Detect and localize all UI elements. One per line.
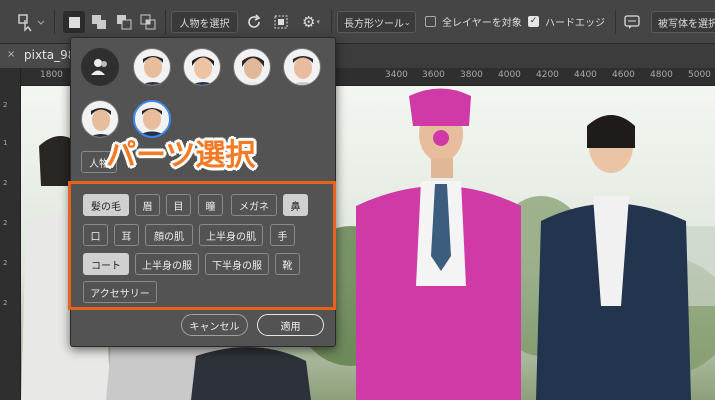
selection-tool-preset-icon[interactable] bbox=[14, 11, 48, 33]
ruler-tick: 2 bbox=[3, 101, 8, 109]
refresh-icon[interactable] bbox=[243, 11, 265, 33]
person-avatar[interactable] bbox=[283, 48, 321, 86]
chevron-down-icon: ⌄ bbox=[404, 17, 411, 27]
hard-edge-label: ハードエッジ bbox=[545, 18, 605, 29]
ruler-tick: 4600 bbox=[612, 70, 635, 80]
gear-icon[interactable]: ⚙ ▾ bbox=[298, 11, 324, 33]
ruler-tick: 4800 bbox=[650, 70, 673, 80]
checkmark-icon: ✓ bbox=[529, 16, 538, 26]
ruler-tick: 3800 bbox=[460, 70, 483, 80]
ruler-tick: 1800 bbox=[40, 70, 63, 80]
ruler-tick: 2 bbox=[3, 179, 8, 187]
select-person-dropdown[interactable]: 人物を選択 bbox=[171, 11, 238, 33]
document-title: pixta_98 bbox=[24, 48, 76, 62]
intersect-selection-icon[interactable] bbox=[137, 11, 159, 33]
apply-label: 適用 bbox=[280, 321, 301, 333]
subtract-from-selection-icon[interactable] bbox=[113, 11, 135, 33]
person-avatar[interactable] bbox=[233, 48, 271, 86]
select-person-label: 人物を選択 bbox=[179, 18, 230, 30]
person-avatar[interactable] bbox=[133, 48, 171, 86]
new-selection-icon[interactable] bbox=[63, 11, 85, 33]
cancel-button[interactable]: キャンセル bbox=[181, 314, 248, 336]
vertical-ruler[interactable]: 2 1 2 2 2 2 bbox=[0, 68, 21, 400]
person-group-icon[interactable] bbox=[81, 48, 119, 86]
ruler-tick: 2 bbox=[3, 219, 8, 227]
parts-select-callout: パーツ選択 bbox=[106, 138, 256, 173]
all-layers-label: 全レイヤーを対象 bbox=[442, 18, 522, 29]
ruler-tick: 5000 bbox=[688, 70, 711, 80]
apply-button[interactable]: 適用 bbox=[257, 314, 324, 336]
person-avatar[interactable] bbox=[183, 48, 221, 86]
document-tab[interactable]: × pixta_98 bbox=[0, 44, 75, 68]
ruler-tick: 2 bbox=[3, 259, 8, 267]
add-to-selection-icon[interactable] bbox=[88, 11, 110, 33]
parts-highlight-box bbox=[68, 181, 336, 310]
tool-mode-label: 長方形ツール bbox=[344, 18, 404, 30]
select-subject-button[interactable]: 被写体を選択 bbox=[651, 11, 715, 33]
close-icon[interactable]: × bbox=[7, 49, 15, 60]
ruler-tick: 3400 bbox=[385, 70, 408, 80]
hard-edge-checkbox[interactable]: ✓ bbox=[528, 16, 539, 27]
select-subject-icon[interactable] bbox=[270, 11, 292, 33]
comment-icon[interactable] bbox=[622, 11, 642, 33]
all-layers-checkbox[interactable] bbox=[425, 16, 436, 27]
ruler-tick: 4200 bbox=[536, 70, 559, 80]
ruler-tick: 3600 bbox=[422, 70, 445, 80]
tool-mode-dropdown[interactable]: 長方形ツール ⌄ bbox=[337, 11, 416, 33]
ruler-tick: 1 bbox=[3, 139, 8, 147]
ruler-tick: 4400 bbox=[574, 70, 597, 80]
ruler-tick: 4000 bbox=[498, 70, 521, 80]
cancel-label: キャンセル bbox=[189, 321, 240, 333]
select-subject-label: 被写体を選択 bbox=[658, 18, 715, 30]
ruler-tick: 2 bbox=[3, 299, 8, 307]
